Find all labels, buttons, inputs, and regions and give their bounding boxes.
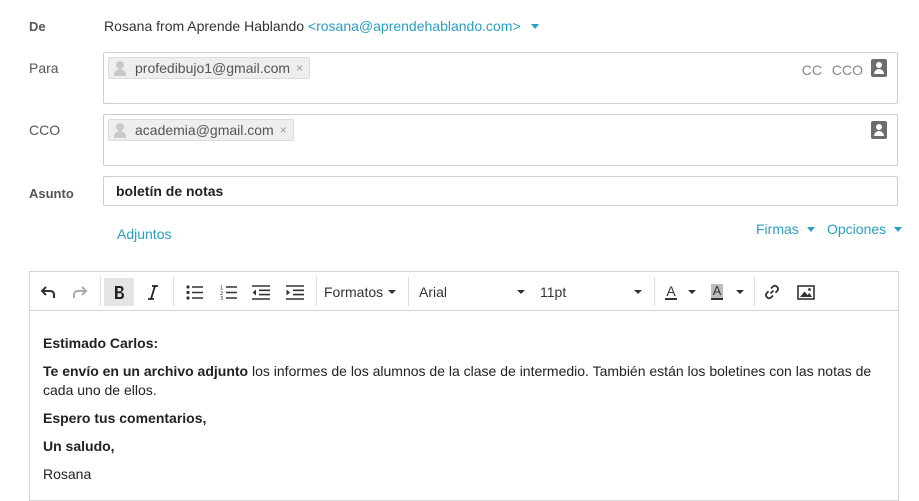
subject-input[interactable]: [104, 177, 897, 205]
body-bold-phrase: Te envío en un archivo adjunto: [43, 363, 249, 379]
redo-icon: [73, 286, 88, 298]
toolbar-divider: [316, 277, 317, 306]
to-field[interactable]: profedibujo1@gmail.com × CC CCO: [103, 52, 898, 104]
undo-button[interactable]: [36, 278, 60, 306]
body-greeting: Estimado Carlos:: [43, 335, 159, 351]
remove-recipient-icon[interactable]: ×: [296, 61, 303, 75]
bold-button[interactable]: [104, 278, 134, 306]
chevron-down-icon: [894, 226, 903, 232]
signatures-dropdown[interactable]: Firmas: [756, 221, 815, 237]
attachments-link[interactable]: Adjuntos: [117, 226, 171, 242]
background-color-dropdown[interactable]: [734, 278, 746, 306]
editor-toolbar: 123 Formatos Arial 11pt A A: [30, 272, 898, 311]
body-farewell: Un saludo,: [43, 438, 115, 454]
options-dropdown[interactable]: Opciones: [827, 221, 903, 237]
toolbar-divider: [100, 277, 101, 306]
contact-avatar-icon: [113, 122, 127, 138]
bullet-list-icon: [185, 284, 203, 300]
indent-button[interactable]: [282, 278, 308, 306]
subject-field[interactable]: [103, 176, 898, 206]
remove-recipient-icon[interactable]: ×: [280, 123, 287, 137]
recipient-chip[interactable]: profedibujo1@gmail.com ×: [108, 57, 311, 79]
indent-icon: [286, 284, 304, 300]
recipient-chip-label: academia@gmail.com: [135, 122, 274, 138]
contact-avatar-icon: [113, 60, 127, 76]
redo-button[interactable]: [68, 278, 92, 306]
insert-link-button[interactable]: [760, 278, 784, 306]
italic-icon: [148, 284, 158, 300]
cc-links: CC CCO: [796, 62, 863, 78]
text-color-button[interactable]: A: [660, 278, 682, 306]
address-book-icon[interactable]: [871, 59, 887, 77]
signatures-label: Firmas: [756, 221, 799, 237]
insert-image-button[interactable]: [793, 278, 819, 306]
text-color-icon: A: [665, 283, 677, 300]
address-book-icon[interactable]: [871, 121, 887, 139]
message-body[interactable]: Estimado Carlos: Te envío en un archivo …: [43, 334, 883, 493]
background-color-icon: A: [710, 283, 724, 300]
from-selector[interactable]: Rosana from Aprende Hablando <rosana@apr…: [104, 18, 539, 34]
undo-icon: [40, 286, 55, 298]
font-size-select[interactable]: 11pt: [540, 278, 642, 306]
bullet-list-button[interactable]: [181, 278, 207, 306]
chevron-down-icon: [634, 290, 642, 294]
svg-text:3: 3: [220, 296, 223, 300]
from-email: <rosana@aprendehablando.com>: [307, 18, 521, 34]
chevron-down-icon: [388, 290, 397, 294]
text-color-dropdown[interactable]: [686, 278, 698, 306]
subject-label: Asunto: [29, 186, 74, 201]
recipient-chip[interactable]: academia@gmail.com ×: [108, 119, 294, 141]
cco-link[interactable]: CCO: [832, 62, 863, 78]
toolbar-divider: [408, 277, 409, 306]
toolbar-divider: [654, 277, 655, 306]
from-label: De: [29, 19, 46, 34]
numbered-list-icon: 123: [220, 285, 237, 300]
italic-button[interactable]: [140, 278, 166, 306]
font-family-value: Arial: [419, 284, 448, 300]
chevron-down-icon: [517, 290, 525, 294]
bold-icon: [115, 285, 124, 299]
link-icon: [765, 284, 779, 300]
message-editor: 123 Formatos Arial 11pt A A Estimado Car…: [29, 271, 899, 501]
font-size-value: 11pt: [540, 284, 567, 300]
chevron-down-icon: [530, 23, 539, 29]
outdent-button[interactable]: [248, 278, 274, 306]
cc-link[interactable]: CC: [802, 62, 822, 78]
numbered-list-button[interactable]: 123: [215, 278, 241, 306]
bcc-field[interactable]: academia@gmail.com ×: [103, 114, 898, 166]
image-icon: [797, 284, 815, 300]
body-paragraph: Te envío en un archivo adjunto los infor…: [43, 362, 883, 400]
formats-dropdown[interactable]: Formatos: [324, 278, 400, 306]
from-name: Rosana from Aprende Hablando: [104, 18, 305, 34]
toolbar-divider: [754, 277, 755, 306]
formats-label: Formatos: [324, 284, 384, 300]
chevron-down-icon: [736, 290, 744, 294]
background-color-button[interactable]: A: [706, 278, 728, 306]
toolbar-divider: [173, 277, 174, 306]
to-label: Para: [29, 60, 59, 76]
chevron-down-icon: [806, 226, 815, 232]
font-family-select[interactable]: Arial: [419, 278, 525, 306]
bcc-label: CCO: [29, 122, 61, 138]
body-signature: Rosana: [43, 466, 92, 482]
body-closing-line: Espero tus comentarios,: [43, 410, 207, 426]
recipient-chip-label: profedibujo1@gmail.com: [135, 60, 291, 76]
chevron-down-icon: [688, 290, 696, 294]
outdent-icon: [252, 284, 270, 300]
options-label: Opciones: [827, 221, 887, 237]
